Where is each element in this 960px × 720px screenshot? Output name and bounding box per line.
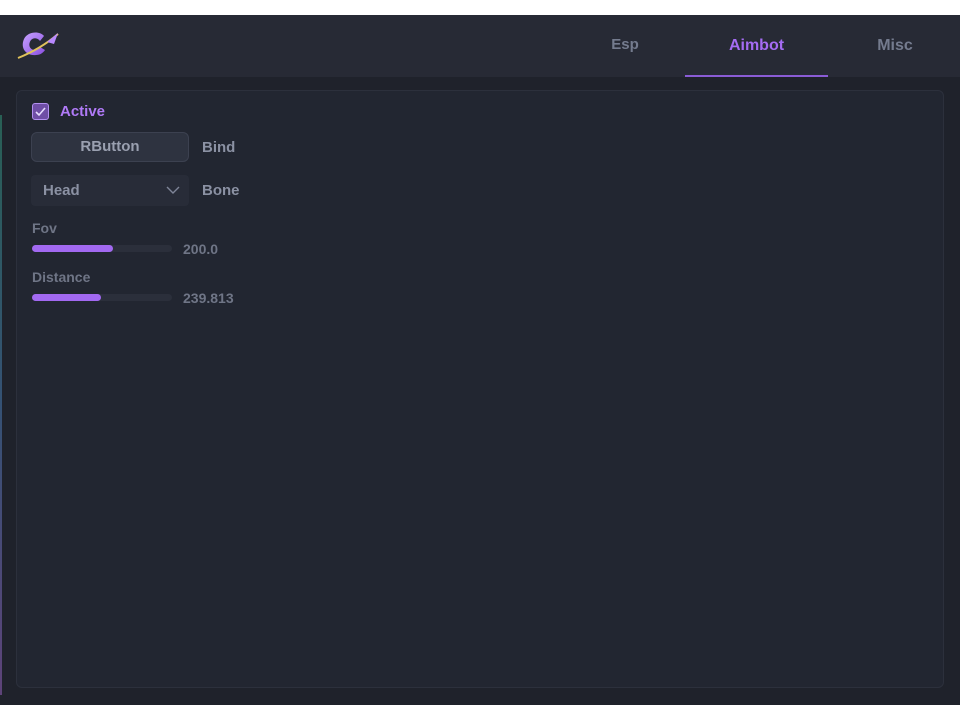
fov-label: Fov xyxy=(32,220,57,236)
header-bar: Esp Aimbot Misc xyxy=(0,15,960,77)
tab-misc[interactable]: Misc xyxy=(855,15,935,77)
bind-label: Bind xyxy=(202,139,236,156)
bone-dropdown[interactable]: Head xyxy=(31,175,189,206)
app-window: Esp Aimbot Misc xyxy=(0,15,960,705)
window-edge-accent xyxy=(0,115,2,695)
chevron-down-icon xyxy=(166,186,180,194)
distance-value: 239.813 xyxy=(183,290,234,306)
fov-value: 200.0 xyxy=(183,241,219,257)
distance-slider-fill xyxy=(32,294,101,301)
tab-esp[interactable]: Esp xyxy=(585,15,665,77)
distance-label: Distance xyxy=(32,269,91,285)
bone-dropdown-value: Head xyxy=(43,182,80,199)
planet-c-logo-icon xyxy=(17,32,59,59)
checkmark-icon xyxy=(35,107,46,117)
bind-key-button[interactable]: RButton xyxy=(31,132,189,162)
fov-slider-fill xyxy=(32,245,113,252)
distance-slider[interactable] xyxy=(32,294,172,301)
bone-label: Bone xyxy=(202,182,240,199)
fov-slider[interactable] xyxy=(32,245,172,252)
active-checkbox[interactable] xyxy=(32,103,49,120)
active-label: Active xyxy=(60,103,106,120)
active-tab-indicator xyxy=(685,75,828,77)
tab-aimbot[interactable]: Aimbot xyxy=(685,15,828,77)
